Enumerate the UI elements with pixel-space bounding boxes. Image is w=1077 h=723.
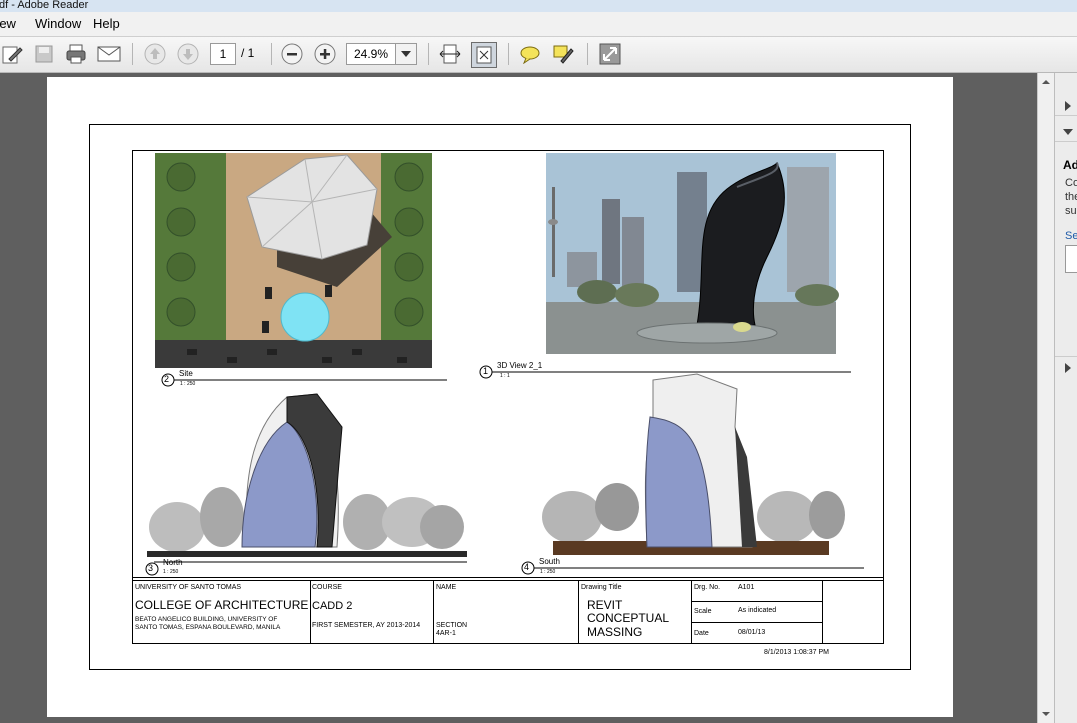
pencil-icon	[2, 46, 23, 64]
tb-drawing-title-1: REVIT	[587, 598, 623, 612]
view-name-north: North	[163, 558, 183, 567]
3d-view-image	[546, 153, 839, 354]
pdf-page: 2 Site 1 : 250 1 3D View 2_1 1 : 1 3 Nor…	[47, 77, 953, 717]
tb-drawing-title-2: CONCEPTUAL	[587, 611, 670, 625]
tb-section: 4AR-1	[436, 630, 456, 637]
toolbar-separator	[428, 43, 429, 65]
tb-course: CADD 2	[312, 600, 353, 612]
panel-heading: Ad	[1063, 158, 1077, 172]
view-number-site: 2	[164, 374, 170, 384]
panel-text-2: the	[1065, 191, 1077, 203]
tb-drg-no: A101	[738, 584, 755, 591]
menu-window[interactable]: Window	[35, 16, 81, 31]
view-scale-north: 1 : 250	[163, 569, 179, 575]
panel-link[interactable]: Se	[1065, 230, 1077, 242]
chevron-right-icon	[1065, 363, 1071, 373]
tb-scale-label: Scale	[694, 608, 712, 615]
zoom-level-input[interactable]: 24.9%	[346, 43, 396, 65]
scroll-up-icon[interactable]	[1038, 75, 1054, 89]
tb-address-2: SANTO TOMAS, ESPANA BOULEVARD, MANILA	[135, 624, 281, 631]
page-total: / 1	[241, 46, 255, 60]
tb-scale: As indicated	[738, 607, 777, 614]
view-name-south: South	[539, 557, 560, 566]
tb-name-label: NAME	[436, 584, 457, 591]
chevron-right-icon	[1065, 101, 1071, 111]
tb-date-label: Date	[694, 630, 709, 637]
panel-section-expand[interactable]	[1055, 356, 1077, 377]
minus-icon	[281, 43, 303, 65]
previous-page-button[interactable]	[143, 42, 167, 66]
zoom-out-button[interactable]	[280, 42, 304, 66]
menu-help[interactable]: Help	[93, 16, 120, 31]
page-number-input[interactable]: 1	[210, 43, 236, 65]
edit-button[interactable]	[0, 42, 24, 66]
tb-drawing-title-3: MASSING	[587, 625, 643, 639]
south-elevation-image	[521, 373, 864, 575]
view-scale-south: 1 : 250	[540, 569, 556, 575]
save-icon	[35, 45, 53, 63]
plus-icon	[314, 43, 336, 65]
tb-section-label: SECTION	[436, 622, 468, 629]
panel-text-3: su	[1065, 205, 1077, 217]
printer-icon	[66, 44, 86, 64]
toolbar-separator	[132, 43, 133, 65]
fit-page-button[interactable]	[471, 42, 497, 68]
email-button[interactable]	[97, 42, 121, 66]
save-button[interactable]	[32, 42, 56, 66]
panel-collapse-button[interactable]	[1055, 121, 1077, 142]
comment-button[interactable]	[518, 42, 542, 66]
toolbar-separator	[508, 43, 509, 65]
view-scale-site: 1 : 250	[180, 381, 196, 387]
north-elevation-image	[145, 393, 467, 576]
tb-drg-no-label: Drg. No.	[694, 584, 721, 591]
full-screen-button[interactable]	[598, 42, 622, 66]
scroll-down-icon[interactable]	[1038, 707, 1054, 721]
tb-timestamp: 8/1/2013 1:08:37 PM	[764, 649, 829, 656]
menu-view[interactable]: View	[0, 16, 16, 31]
next-page-button[interactable]	[176, 42, 200, 66]
toolbar: 1 / 1 24.9%	[0, 37, 1077, 73]
view-scale-3d: 1 : 1	[500, 373, 510, 379]
fit-width-icon	[439, 44, 461, 64]
tb-course-label: COURSE	[312, 584, 342, 591]
zoom-dropdown-button[interactable]	[395, 43, 417, 65]
panel-input[interactable]	[1065, 245, 1077, 273]
tools-panel: Ad Co the su Se	[1054, 73, 1077, 723]
view-number-south: 4	[524, 562, 530, 572]
fit-page-icon	[476, 46, 492, 64]
print-button[interactable]	[64, 42, 88, 66]
panel-text-1: Co	[1065, 177, 1077, 189]
view-name-site: Site	[179, 369, 193, 378]
speech-bubble-icon	[520, 46, 540, 64]
tb-university: UNIVERSITY OF SANTO TOMAS	[135, 584, 242, 591]
tb-college: COLLEGE OF ARCHITECTURE	[135, 598, 309, 612]
chevron-down-icon	[1063, 129, 1073, 135]
tb-date: 08/01/13	[738, 629, 766, 636]
arrow-up-icon	[144, 43, 166, 65]
view-number-3d: 1	[483, 366, 489, 376]
view-name-3d: 3D View 2_1	[497, 361, 543, 370]
tb-drawing-title-label: Drawing Title	[581, 584, 622, 591]
highlighter-icon	[553, 45, 574, 64]
toolbar-separator	[271, 43, 272, 65]
window-title: df - Adobe Reader	[0, 0, 89, 11]
arrow-down-icon	[177, 43, 199, 65]
expand-icon	[599, 43, 621, 65]
vertical-scrollbar[interactable]	[1037, 73, 1054, 723]
toolbar-separator	[587, 43, 588, 65]
zoom-in-button[interactable]	[313, 42, 337, 66]
site-plan-image	[155, 153, 432, 368]
window-titlebar: df - Adobe Reader	[0, 0, 1077, 12]
fit-width-button[interactable]	[438, 42, 462, 66]
chevron-down-icon	[401, 51, 411, 57]
highlight-button[interactable]	[551, 42, 575, 66]
tb-semester: FIRST SEMESTER, AY 2013-2014	[312, 622, 421, 629]
envelope-icon	[97, 46, 121, 62]
panel-expand-button[interactable]	[1055, 95, 1077, 116]
menu-bar: View Window Help	[0, 12, 1077, 37]
tb-address-1: BEATO ANGELICO BUILDING, UNIVERSITY OF	[135, 616, 278, 623]
view-number-north: 3	[148, 563, 154, 573]
